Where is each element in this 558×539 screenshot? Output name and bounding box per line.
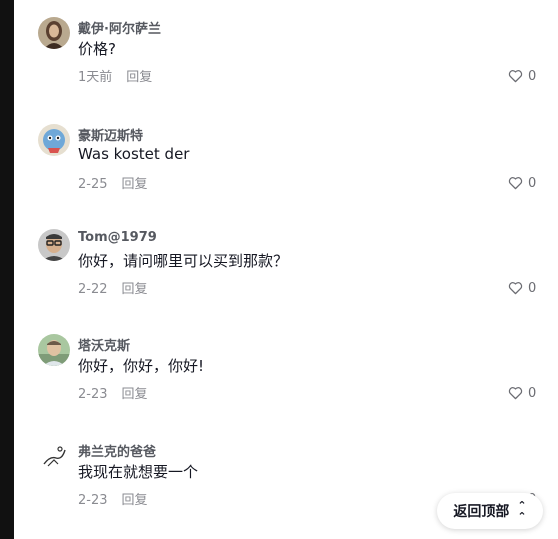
avatar-man-glasses-icon [38, 229, 70, 261]
comment-text: 价格? [78, 40, 116, 58]
comment-meta: 2-22 回复 [78, 278, 148, 297]
comment-username[interactable]: 塔沃克斯 [78, 335, 130, 354]
user-avatar[interactable] [38, 334, 70, 366]
comment-text: Was kostet der [78, 145, 190, 163]
comment-username[interactable]: 戴伊·阿尔萨兰 [78, 18, 161, 37]
like-button[interactable]: 0 [508, 174, 536, 192]
comment-item: 豪斯迈斯特 Was kostet der 2-25 回复 0 [14, 124, 558, 229]
like-count: 0 [528, 385, 537, 401]
comment-date: 2-23 [78, 493, 108, 508]
avatar-man-outdoor-icon [38, 334, 70, 366]
like-count: 0 [528, 68, 537, 84]
like-count: 0 [528, 175, 537, 191]
like-button[interactable]: 0 [508, 279, 536, 297]
comment-date: 2-25 [78, 177, 108, 192]
double-chevron-up-icon: ⌃ ⌃ [517, 499, 527, 523]
left-panel-edge [0, 0, 14, 539]
like-button[interactable]: 0 [508, 384, 536, 402]
comment-item: 戴伊·阿尔萨兰 价格? 1天前 回复 0 [14, 17, 558, 122]
comment-list: 戴伊·阿尔萨兰 价格? 1天前 回复 0 豪斯迈斯特 Was kostet der [14, 0, 558, 539]
heart-icon [508, 282, 523, 295]
comment-meta: 2-23 回复 [78, 489, 148, 508]
reply-button[interactable]: 回复 [126, 66, 152, 85]
comment-item: 塔沃克斯 你好，你好，你好! 2-23 回复 0 [14, 334, 558, 439]
like-count: 0 [528, 280, 537, 296]
reply-button[interactable]: 回复 [122, 173, 148, 192]
comment-date: 2-22 [78, 282, 108, 297]
reply-button[interactable]: 回复 [122, 278, 148, 297]
comment-text: 你好，你好，你好! [78, 357, 205, 375]
heart-icon [508, 70, 523, 83]
comment-meta: 2-25 回复 [78, 173, 148, 192]
user-avatar[interactable] [38, 17, 70, 49]
comment-username[interactable]: Tom@1979 [78, 230, 157, 245]
comment-username[interactable]: 豪斯迈斯特 [78, 125, 143, 144]
avatar-woman-portrait-icon [38, 17, 70, 49]
avatar-cartoon-blue-icon [38, 124, 70, 156]
comment-date: 1天前 [78, 70, 113, 85]
avatar-sketch-icon [38, 440, 70, 472]
heart-icon [508, 387, 523, 400]
like-button[interactable]: 0 [508, 67, 536, 85]
heart-icon [508, 177, 523, 190]
comment-meta: 2-23 回复 [78, 383, 148, 402]
user-avatar[interactable] [38, 229, 70, 261]
back-to-top-label: 返回顶部 [453, 504, 510, 520]
user-avatar[interactable] [38, 440, 70, 472]
comment-meta: 1天前 回复 [78, 66, 152, 85]
comment-text: 你好，请问哪里可以买到那款？ [78, 252, 289, 270]
back-to-top-button[interactable]: 返回顶部 ⌃ ⌃ [437, 493, 543, 529]
comment-item: Tom@1979 你好，请问哪里可以买到那款？ 2-22 回复 0 [14, 229, 558, 334]
comment-date: 2-23 [78, 387, 108, 402]
user-avatar[interactable] [38, 124, 70, 156]
comment-text: 我现在就想要一个 [78, 463, 199, 481]
reply-button[interactable]: 回复 [122, 489, 148, 508]
reply-button[interactable]: 回复 [122, 383, 148, 402]
comment-username[interactable]: 弗兰克的爸爸 [78, 441, 156, 460]
